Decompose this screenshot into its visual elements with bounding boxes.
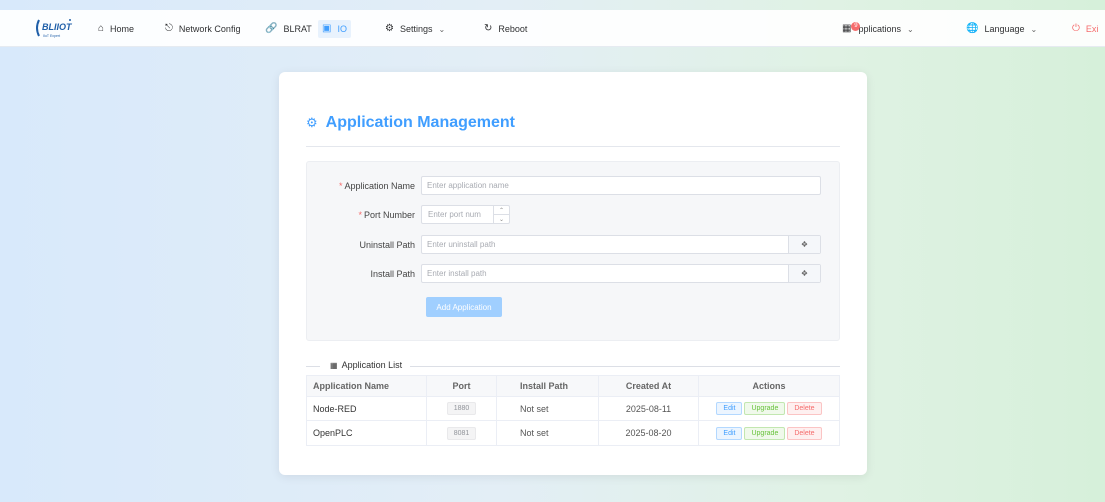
divider-line-left <box>306 366 320 367</box>
table-row: Node-RED 1880 Not set 2025-08-11 Edit Up… <box>307 397 839 421</box>
edit-button[interactable]: Edit <box>716 426 743 440</box>
reboot-icon: ↻ <box>484 23 493 34</box>
col-header-actions: Actions <box>752 381 786 391</box>
link-icon: 🔗 <box>265 23 278 34</box>
io-icon: ▣ <box>322 23 332 34</box>
title-divider <box>306 146 840 147</box>
app-name-label: * Application Name <box>338 180 415 191</box>
nav-reboot-label: Reboot <box>498 24 528 34</box>
nav-exit-label: Exi <box>1085 24 1099 34</box>
nav-io-label: IO <box>337 24 347 34</box>
col-header-name: Application Name <box>307 376 427 396</box>
nav-network-config-label: Network Config <box>178 24 241 34</box>
bliiot-logo[interactable]: BLIIOT IIoT Expert <box>33 16 73 40</box>
top-nav-bar: BLIIOT IIoT Expert ⌂ Home ⎋ Network Conf… <box>0 10 1105 47</box>
col-header-created: Created At <box>599 376 699 396</box>
cell-app-name: Node-RED <box>307 397 427 420</box>
info-icon[interactable]: ❖ <box>788 236 820 253</box>
uninstall-path-input[interactable]: Enter uninstall path ❖ <box>421 235 821 254</box>
svg-text:IIoT Expert: IIoT Expert <box>43 34 60 38</box>
globe-icon: 🌐 <box>966 23 979 34</box>
svg-text:BLIIOT: BLIIOT <box>42 22 73 32</box>
page-title: ⚙ Application Management <box>306 114 515 132</box>
uninstall-placeholder: Enter uninstall path <box>427 240 496 249</box>
chevron-down-icon: ⌄ <box>438 24 446 34</box>
cell-port: 1880 <box>427 397 497 420</box>
cell-install-path: Not set <box>497 421 599 445</box>
nav-network-config[interactable]: ⎋ Network Config <box>165 20 240 38</box>
cell-created-at: 2025-08-20 <box>599 421 699 445</box>
delete-button[interactable]: Delete <box>787 426 822 440</box>
edit-button[interactable]: Edit <box>716 402 743 415</box>
form-row-uninstall: Uninstall Path Enter uninstall path ❖ <box>307 235 821 254</box>
nav-blrat-label: BLRAT <box>283 24 312 34</box>
application-list-title: Application List <box>341 360 403 370</box>
nav-applications[interactable]: ▦ 9 pplications ⌄ <box>842 20 914 38</box>
nav-blrat[interactable]: 🔗 BLRAT <box>265 20 312 38</box>
gear-icon: ⚙ <box>385 23 394 34</box>
nav-settings-label: Settings <box>399 24 433 34</box>
nav-language[interactable]: 🌐 Language ⌄ <box>966 20 1037 38</box>
nav-applications-label: pplications <box>858 24 901 34</box>
cell-actions: Edit Upgrade Delete <box>699 397 839 420</box>
nav-home[interactable]: ⌂ Home <box>98 20 134 38</box>
application-management-card: ⚙ Application Management * Application Na… <box>279 72 867 475</box>
cell-install-path: Not set <box>497 397 599 420</box>
application-table: Application Name Port Install Path Creat… <box>306 375 840 446</box>
delete-button[interactable]: Delete <box>787 402 822 415</box>
port-input[interactable]: Enter port num <box>422 206 493 223</box>
info-icon[interactable]: ❖ <box>788 265 820 282</box>
applications-badge: 9 <box>851 21 861 31</box>
stepper-controls: ⌃ ⌄ <box>493 206 509 223</box>
table-header: Application Name Port Install Path Creat… <box>307 376 839 397</box>
nav-settings[interactable]: ⚙ Settings ⌄ <box>385 20 445 38</box>
port-tag: 1880 <box>446 402 477 415</box>
cell-app-name: OpenPLC <box>307 421 427 445</box>
nav-reboot[interactable]: ↻ Reboot <box>484 20 527 38</box>
chevron-down-icon: ⌄ <box>1030 24 1038 34</box>
nav-home-label: Home <box>110 24 135 34</box>
grid-icon: ▦ <box>842 23 852 34</box>
table-row: OpenPLC 8081 Not set 2025-08-20 Edit Upg… <box>307 421 839 445</box>
cell-actions: Edit Upgrade Delete <box>699 421 839 445</box>
install-label: Install Path <box>370 268 415 279</box>
col-header-port: Port <box>427 376 497 396</box>
application-list-divider: ▦ Application List <box>306 360 840 372</box>
application-list-heading: ▦ Application List <box>330 360 402 370</box>
install-placeholder: Enter install path <box>427 269 487 278</box>
nav-io[interactable]: ▣ IO <box>318 20 351 38</box>
uninstall-label: Uninstall Path <box>359 239 415 250</box>
chevron-down-icon: ⌄ <box>906 24 914 34</box>
home-icon: ⌂ <box>98 23 105 34</box>
network-icon: ⎋ <box>165 23 173 34</box>
decrement-icon[interactable]: ⌄ <box>494 214 509 223</box>
form-row-port: * Port Number Enter port num ⌃ ⌄ <box>307 205 510 224</box>
cell-created-at: 2025-08-11 <box>599 397 699 420</box>
gear-icon: ⚙ <box>306 115 318 130</box>
power-icon: ⏻ <box>1072 23 1080 34</box>
add-application-button[interactable]: Add Application <box>426 297 502 317</box>
cell-port: 8081 <box>427 421 497 445</box>
form-row-install: Install Path Enter install path ❖ <box>307 264 821 283</box>
col-header-install-path: Install Path <box>497 376 599 396</box>
port-stepper[interactable]: Enter port num ⌃ ⌄ <box>421 205 510 224</box>
app-name-input[interactable]: Enter application name <box>421 176 821 195</box>
divider-line-right <box>410 366 840 367</box>
port-label: * Port Number <box>358 209 415 220</box>
install-path-input[interactable]: Enter install path ❖ <box>421 264 821 283</box>
nav-exit[interactable]: ⏻ Exi <box>1072 20 1098 38</box>
add-application-form: * Application Name Enter application name… <box>306 161 840 341</box>
form-row-app-name: * Application Name Enter application name <box>307 176 821 195</box>
upgrade-button[interactable]: Upgrade <box>744 402 786 415</box>
clipboard-icon: ▦ <box>330 360 338 370</box>
nav-language-label: Language <box>984 24 1025 34</box>
page-title-text: Application Management <box>325 114 516 131</box>
increment-icon[interactable]: ⌃ <box>494 206 509 214</box>
port-tag: 8081 <box>446 426 477 440</box>
upgrade-button[interactable]: Upgrade <box>744 426 786 440</box>
